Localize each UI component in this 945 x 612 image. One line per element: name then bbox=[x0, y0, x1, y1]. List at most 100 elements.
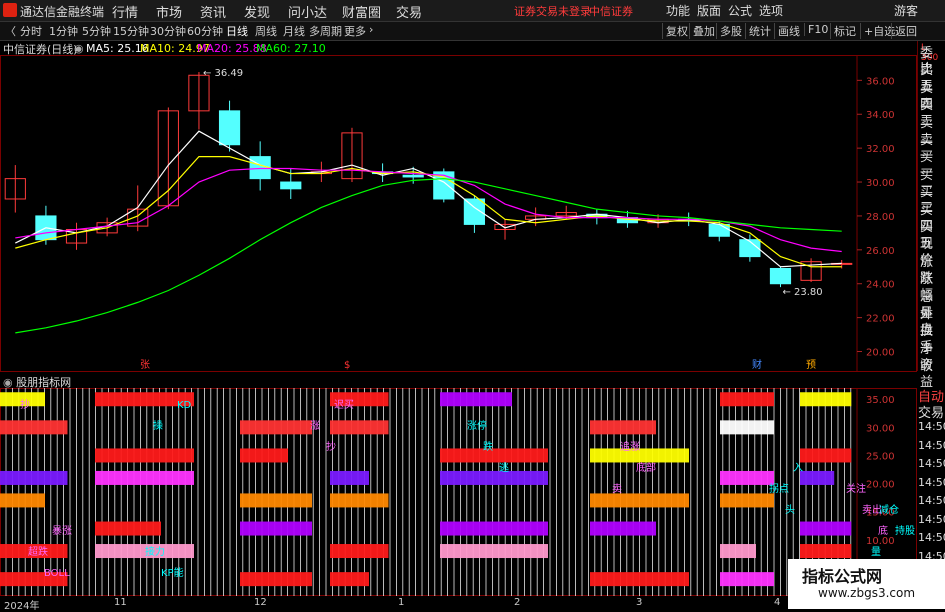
tab-15min[interactable]: 15分钟 bbox=[113, 23, 149, 39]
login-status[interactable]: 证券交易未登录 bbox=[514, 3, 591, 19]
event-marker-2: 财 bbox=[752, 358, 762, 371]
btn-fanhui[interactable]: 返回 bbox=[891, 23, 917, 39]
indicator-label: 逃 bbox=[499, 461, 509, 474]
y-tick-label: 34.00 bbox=[866, 110, 895, 121]
x-label-6: 4 bbox=[774, 597, 781, 608]
signal-block bbox=[720, 420, 774, 435]
indicator-chart[interactable]: 5.0010.0015.0020.0025.0030.0035.00抄操抄逃卖头… bbox=[0, 388, 917, 596]
candle-body bbox=[769, 267, 792, 285]
indicator-label: 抄 bbox=[326, 440, 336, 453]
indicator-label: 底部 bbox=[636, 461, 656, 474]
tab-1min[interactable]: 1分钟 bbox=[49, 23, 78, 39]
broker-name[interactable]: 中信证券 bbox=[589, 3, 633, 19]
ma-toggle-icon[interactable]: ◉ bbox=[74, 42, 84, 55]
signal-block bbox=[800, 392, 852, 407]
guest-label[interactable]: 游客 bbox=[894, 2, 918, 19]
tab-monthly[interactable]: 月线 bbox=[283, 23, 305, 39]
signal-block bbox=[590, 521, 656, 536]
signal-block bbox=[330, 420, 389, 435]
tab-5min[interactable]: 5分钟 bbox=[82, 23, 111, 39]
btn-f10[interactable]: F10 bbox=[804, 23, 828, 36]
indicator-label: 接力 bbox=[145, 545, 165, 558]
indicator-label: 超跌 bbox=[28, 545, 48, 558]
x-label-2: 12 bbox=[254, 597, 267, 608]
trade-time-0: 14:50 bbox=[918, 420, 945, 433]
signal-block bbox=[800, 470, 835, 485]
signal-block bbox=[240, 493, 312, 508]
ma-line-ma10 bbox=[15, 156, 842, 268]
indicator-label: 关注 bbox=[846, 482, 866, 495]
signal-block bbox=[720, 544, 756, 559]
menu-zixun[interactable]: 资讯 bbox=[200, 2, 226, 21]
y-tick-label: 28.00 bbox=[866, 212, 895, 223]
trade-time-6: 14:50 bbox=[918, 531, 945, 544]
indicator-label: 抄 bbox=[20, 398, 30, 411]
more-chevron-icon[interactable]: › bbox=[369, 23, 373, 36]
tab-daily[interactable]: 日线 bbox=[226, 23, 248, 39]
signal-block bbox=[330, 544, 389, 559]
signal-block bbox=[440, 470, 548, 485]
indicator-label: 入 bbox=[793, 463, 803, 474]
app-logo-icon bbox=[3, 3, 17, 17]
x-label-1: 11 bbox=[114, 597, 127, 608]
signal-block bbox=[720, 572, 774, 587]
watermark: 指标公式网 www.zbgs3.com bbox=[788, 559, 945, 609]
signal-block bbox=[590, 420, 656, 435]
signal-block bbox=[95, 448, 194, 463]
watermark-line2: www.zbgs3.com bbox=[818, 586, 916, 600]
tab-more[interactable]: 更多 bbox=[344, 23, 366, 39]
btn-biaoji[interactable]: 标记 bbox=[830, 23, 856, 39]
indicator-label: KP能 bbox=[161, 566, 184, 579]
btn-duogu[interactable]: 多股 bbox=[716, 23, 742, 39]
signal-block bbox=[240, 420, 312, 435]
candle-body bbox=[218, 110, 241, 146]
signal-block bbox=[800, 448, 852, 463]
tab-multi[interactable]: 多周期 bbox=[309, 23, 342, 39]
signal-block bbox=[330, 572, 369, 587]
menu-jiaoyi[interactable]: 交易 bbox=[396, 2, 422, 21]
y-tick-label: 26.00 bbox=[866, 246, 895, 257]
menu-caifuquan[interactable]: 财富圈 bbox=[342, 2, 381, 21]
menu-gongshi[interactable]: 公式 bbox=[728, 2, 752, 19]
tab-fenshi[interactable]: 分时 bbox=[20, 23, 42, 39]
btn-zixuan[interactable]: +自选 bbox=[860, 23, 895, 39]
menu-banmian[interactable]: 版面 bbox=[697, 2, 721, 19]
menu-hangqing[interactable]: 行情 bbox=[112, 2, 138, 21]
event-marker-1: $ bbox=[344, 360, 350, 371]
trade-time-2: 14:50 bbox=[918, 457, 945, 470]
high-price-label: ← 36.49 bbox=[203, 68, 243, 79]
signal-block bbox=[95, 521, 161, 536]
tab-weekly[interactable]: 周线 bbox=[255, 23, 277, 39]
ma-line-ma5 bbox=[15, 130, 842, 268]
indicator-label: 追涨 bbox=[620, 440, 640, 453]
menu-shichang[interactable]: 市场 bbox=[156, 2, 182, 21]
tab-30min[interactable]: 30分钟 bbox=[150, 23, 186, 39]
y-tick-label: 36.00 bbox=[866, 76, 895, 87]
menu-wenxiaoda[interactable]: 问小达 bbox=[288, 2, 327, 21]
candlestick-chart[interactable]: 20.00 22.00 24.00 26.00 28.00 30.00 32.00 34.00… bbox=[0, 55, 917, 372]
signal-block bbox=[0, 493, 45, 508]
btn-diejia[interactable]: 叠加 bbox=[689, 23, 715, 39]
btn-fuquan[interactable]: 复权 bbox=[662, 23, 688, 39]
x-label-4: 2 bbox=[514, 597, 521, 608]
ma-line-ma20 bbox=[15, 167, 842, 253]
signal-block bbox=[0, 420, 68, 435]
watermark-line1: 指标公式网 bbox=[802, 567, 883, 586]
nav-left-icon[interactable]: 〈 bbox=[5, 23, 16, 39]
menu-faxian[interactable]: 发现 bbox=[244, 2, 270, 21]
indicator-label: 涨 bbox=[310, 420, 320, 432]
indicator-label: 底 bbox=[878, 524, 888, 537]
x-label-0: 2024年 bbox=[4, 601, 40, 612]
menu-gongneng[interactable]: 功能 bbox=[666, 2, 690, 19]
indicator-label: 暴涨 bbox=[52, 525, 72, 537]
indicator-label: 卖 bbox=[612, 483, 622, 495]
btn-tongji[interactable]: 统计 bbox=[745, 23, 771, 39]
indicator-label: 持股 bbox=[895, 524, 915, 537]
tab-60min[interactable]: 60分钟 bbox=[187, 23, 223, 39]
menu-xuanxiang[interactable]: 选项 bbox=[759, 2, 783, 19]
trade-label[interactable]: 交易 bbox=[918, 402, 944, 421]
period-toolbar: 〈 分时 1分钟 5分钟 15分钟 30分钟 60分钟 日线 周线 月线 多周期… bbox=[0, 22, 945, 41]
btn-huaxian[interactable]: 画线 bbox=[774, 23, 800, 39]
low-price-label: ← 23.80 bbox=[782, 287, 822, 298]
y-tick-label: 22.00 bbox=[866, 314, 895, 325]
